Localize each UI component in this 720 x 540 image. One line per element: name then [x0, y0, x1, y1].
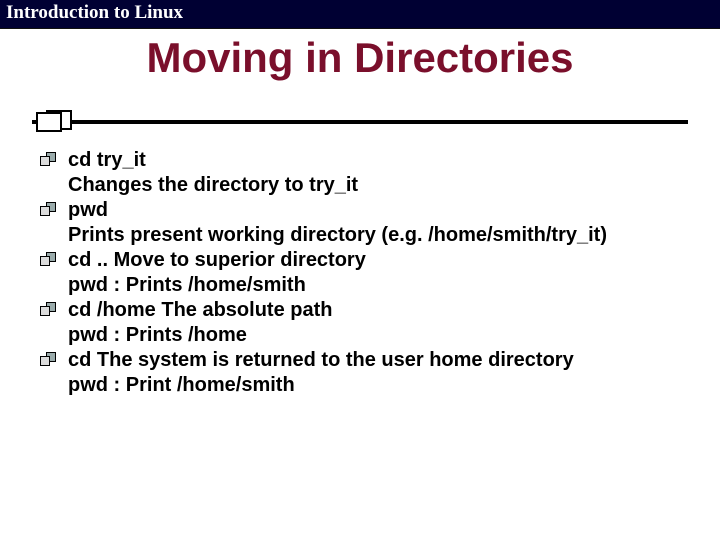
bullet-subtext: pwd : Prints /home/smith: [68, 273, 680, 298]
divider-line: [32, 120, 688, 124]
bullet-text: cd .. Move to superior directory: [68, 248, 680, 273]
bullet-subtext: Changes the directory to try_it: [68, 173, 680, 198]
slide: Introduction to Linux Moving in Director…: [0, 0, 720, 540]
title-divider: [32, 110, 688, 130]
list-item: cd The system is returned to the user ho…: [40, 348, 680, 373]
list-item: cd .. Move to superior directory: [40, 248, 680, 273]
list-item: pwd: [40, 198, 680, 223]
bullet-text: cd try_it: [68, 148, 680, 173]
bullet-icon: [40, 202, 62, 224]
bullet-text: cd The system is returned to the user ho…: [68, 348, 680, 373]
bullet-icon: [40, 152, 62, 174]
bullet-text: cd /home The absolute path: [68, 298, 680, 323]
bullet-icon: [40, 302, 62, 324]
course-title: Introduction to Linux: [0, 0, 720, 26]
bullet-subtext: pwd : Prints /home: [68, 323, 680, 348]
bullet-subtext: Prints present working directory (e.g. /…: [68, 223, 680, 248]
divider-box-front: [36, 112, 62, 132]
bullet-icon: [40, 352, 62, 374]
list-item: cd /home The absolute path: [40, 298, 680, 323]
slide-title: Moving in Directories: [0, 34, 720, 82]
header-bar: Introduction to Linux: [0, 0, 720, 29]
bullet-icon: [40, 252, 62, 274]
content-area: cd try_it Changes the directory to try_i…: [40, 148, 680, 398]
bullet-text: pwd: [68, 198, 680, 223]
bullet-subtext: pwd : Print /home/smith: [68, 373, 680, 398]
list-item: cd try_it: [40, 148, 680, 173]
